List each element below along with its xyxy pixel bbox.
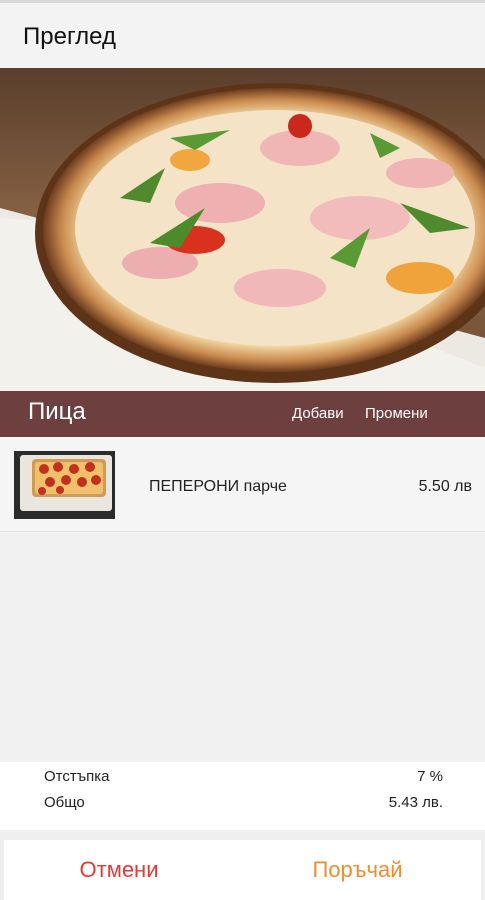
item-price: 5.50 лв [418, 478, 472, 495]
edit-button[interactable]: Промени [365, 405, 428, 422]
add-button[interactable]: Добави [292, 405, 344, 422]
order-review-screen: Преглед Пица Добави Промени ПЕПЕРОНИ пар… [0, 0, 485, 900]
page-title: Преглед [23, 23, 116, 50]
item-name: ПЕПЕРОНИ парче [149, 478, 287, 495]
total-label: Общо [44, 794, 85, 811]
cancel-button[interactable]: Отмени [4, 840, 234, 900]
discount-value: 7 % [417, 768, 443, 785]
category-title: Пица [28, 398, 86, 425]
order-list-empty-area [0, 532, 485, 762]
order-button[interactable]: Поръчай [234, 840, 481, 900]
pizza-photo [0, 68, 485, 392]
total-value: 5.43 лв. [388, 794, 443, 811]
discount-label: Отстъпка [44, 768, 110, 785]
pepperoni-pizza-photo [14, 451, 115, 519]
bottom-action-bar: Отмени Поръчай [0, 830, 485, 900]
action-buttons-panel: Отмени Поръчай [4, 840, 481, 900]
app-header: Преглед [0, 0, 485, 68]
category-hero-image [0, 68, 485, 392]
order-summary: Отстъпка 7 % Общо 5.43 лв. [0, 762, 485, 830]
order-item-row[interactable]: ПЕПЕРОНИ парче 5.50 лв [0, 437, 485, 532]
item-thumbnail [14, 451, 115, 519]
category-bar: Пица Добави Промени [0, 391, 485, 437]
